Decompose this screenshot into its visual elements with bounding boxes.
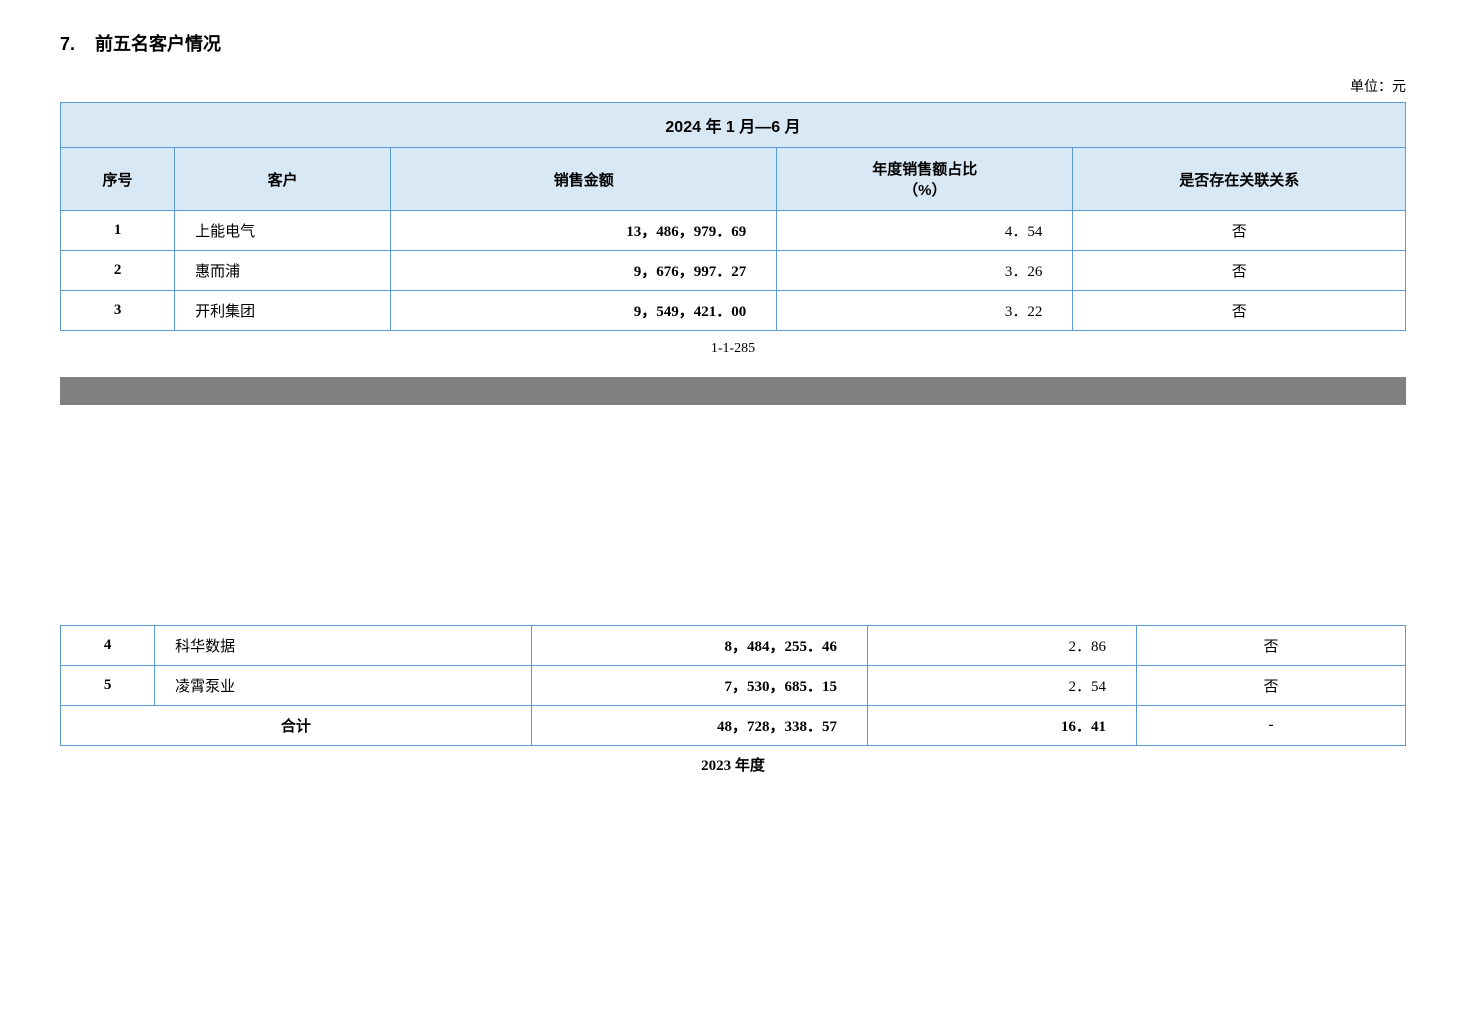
row3-seq: 3 [61, 291, 175, 331]
col-sales-amount: 销售金额 [391, 148, 777, 211]
page-container: 7. 前五名客户情况 单位：元 2024 年 1 月—6 月 序号 客户 销售金… [0, 0, 1466, 795]
row1-related: 否 [1073, 211, 1406, 251]
table-row: 5 凌霄泵业 7，530，685．15 2．54 否 [61, 666, 1406, 706]
col-customer: 客户 [175, 148, 391, 211]
column-header-row: 序号 客户 销售金额 年度销售额占比（%） 是否存在关联关系 [61, 148, 1406, 211]
table-row: 2 惠而浦 9，676，997．27 3．26 否 [61, 251, 1406, 291]
row5-seq: 5 [61, 666, 155, 706]
row4-ratio: 2．86 [867, 626, 1136, 666]
bottom-table: 4 科华数据 8，484，255．46 2．86 否 5 凌霄泵业 7，530，… [60, 625, 1406, 746]
row4-seq: 4 [61, 626, 155, 666]
row3-ratio: 3．22 [777, 291, 1073, 331]
row1-customer: 上能电气 [175, 211, 391, 251]
row5-customer: 凌霄泵业 [155, 666, 532, 706]
gray-bar [60, 377, 1406, 405]
total-related: - [1136, 706, 1405, 746]
row2-ratio: 3．26 [777, 251, 1073, 291]
row5-related: 否 [1136, 666, 1405, 706]
row4-related: 否 [1136, 626, 1405, 666]
section-heading: 前五名客户情况 [95, 34, 221, 54]
total-label: 合计 [61, 706, 532, 746]
col-related: 是否存在关联关系 [1073, 148, 1406, 211]
next-period-label: 2023 年度 [60, 754, 1406, 775]
row2-amount: 9，676，997．27 [391, 251, 777, 291]
table-row: 1 上能电气 13，486，979．69 4．54 否 [61, 211, 1406, 251]
col-sales-ratio: 年度销售额占比（%） [777, 148, 1073, 211]
row3-amount: 9，549，421．00 [391, 291, 777, 331]
row1-ratio: 4．54 [777, 211, 1073, 251]
table-row: 4 科华数据 8，484，255．46 2．86 否 [61, 626, 1406, 666]
row5-ratio: 2．54 [867, 666, 1136, 706]
row2-customer: 惠而浦 [175, 251, 391, 291]
top-table: 2024 年 1 月—6 月 序号 客户 销售金额 年度销售额占比（%） 是否存… [60, 102, 1406, 331]
row2-related: 否 [1073, 251, 1406, 291]
section-title: 7. 前五名客户情况 [60, 30, 1406, 56]
row4-customer: 科华数据 [155, 626, 532, 666]
row5-amount: 7，530，685．15 [531, 666, 867, 706]
row1-amount: 13，486，979．69 [391, 211, 777, 251]
total-amount: 48，728，338．57 [531, 706, 867, 746]
row3-related: 否 [1073, 291, 1406, 331]
blank-spacer [60, 425, 1406, 625]
table-row: 3 开利集团 9，549，421．00 3．22 否 [61, 291, 1406, 331]
row1-seq: 1 [61, 211, 175, 251]
bottom-table-section: 4 科华数据 8，484，255．46 2．86 否 5 凌霄泵业 7，530，… [60, 625, 1406, 746]
row4-amount: 8，484，255．46 [531, 626, 867, 666]
total-row: 合计 48，728，338．57 16．41 - [61, 706, 1406, 746]
total-ratio: 16．41 [867, 706, 1136, 746]
col-seq: 序号 [61, 148, 175, 211]
page-number: 1-1-285 [60, 341, 1406, 357]
period-header: 2024 年 1 月—6 月 [61, 103, 1406, 148]
section-number: 7. [60, 34, 75, 54]
period-header-row: 2024 年 1 月—6 月 [61, 103, 1406, 148]
row3-customer: 开利集团 [175, 291, 391, 331]
unit-label: 单位：元 [60, 76, 1406, 96]
row2-seq: 2 [61, 251, 175, 291]
